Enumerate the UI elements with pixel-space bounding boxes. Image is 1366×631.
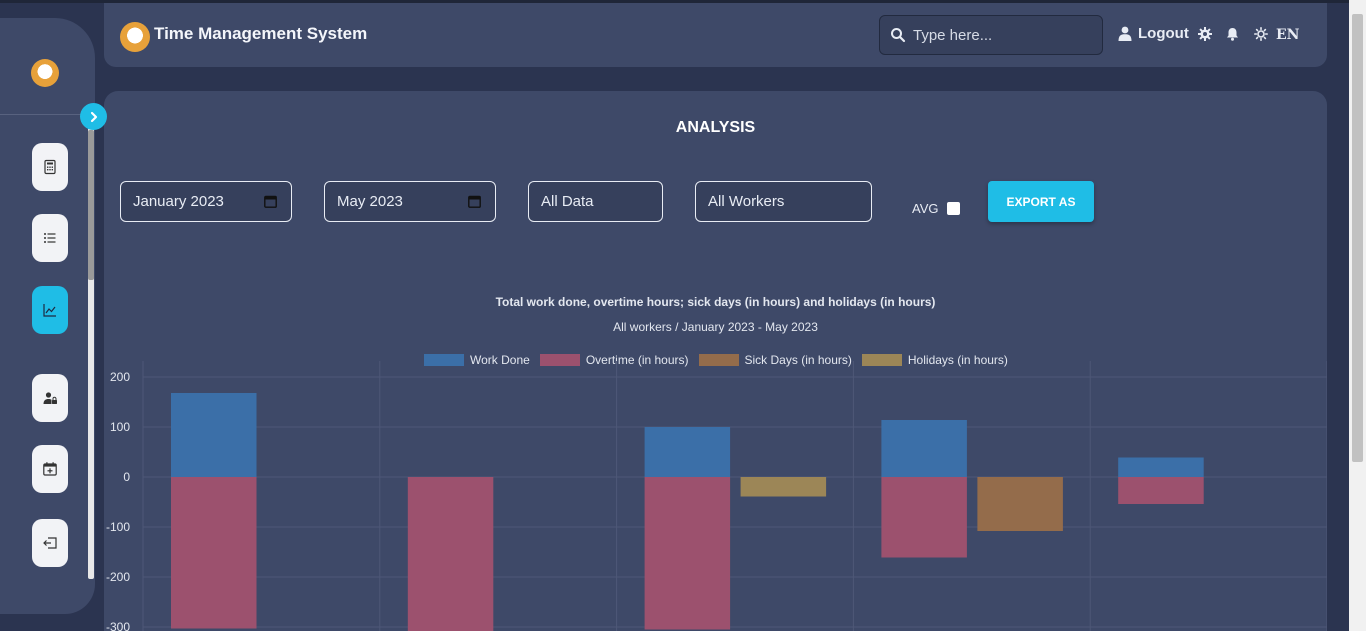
list-icon	[44, 233, 56, 243]
avg-label: AVG	[912, 201, 939, 216]
page-title: ANALYSIS	[675, 119, 756, 136]
bar	[881, 477, 967, 558]
bar	[644, 427, 731, 477]
data-filter-value: All Data	[541, 193, 594, 210]
sidebar-toggle-button[interactable]	[80, 103, 107, 130]
y-tick-label: 100	[110, 420, 130, 434]
avg-toggle[interactable]: AVG	[912, 201, 960, 216]
start-month-input[interactable]: January 2023	[120, 181, 292, 222]
sidebar-item-list[interactable]	[32, 214, 68, 262]
bar	[1118, 457, 1204, 477]
end-month-input[interactable]: May 2023	[324, 181, 496, 222]
y-tick-label: 0	[123, 470, 130, 484]
gear-icon[interactable]	[1198, 27, 1212, 41]
avg-checkbox[interactable]	[946, 202, 960, 215]
bar	[881, 420, 967, 477]
user-icon	[1118, 26, 1132, 41]
sidebar-item-analysis[interactable]	[32, 286, 68, 334]
data-filter-select[interactable]: All Data	[528, 181, 663, 222]
start-month-value: January 2023	[133, 193, 224, 210]
chart-subtitle: All workers / January 2023 - May 2023	[613, 320, 818, 334]
sidebar-scrollbar-thumb[interactable]	[88, 130, 94, 280]
user-lock-icon	[43, 392, 57, 404]
bar	[740, 477, 827, 497]
export-button[interactable]: EXPORT AS	[988, 181, 1094, 222]
sidebar-item-calendar[interactable]	[32, 445, 68, 493]
sidebar-logo[interactable]	[31, 59, 59, 87]
search-box[interactable]	[879, 15, 1103, 55]
analysis-panel: ANALYSIS January 2023 May 2023 All Data …	[104, 91, 1327, 631]
sidebar-item-logout[interactable]	[32, 519, 68, 567]
app-title: Time Management System	[154, 24, 368, 43]
chart-title: Total work done, overtime hours; sick da…	[495, 295, 936, 309]
app-logo[interactable]	[120, 22, 150, 52]
theme-toggle-icon[interactable]	[1254, 27, 1268, 41]
y-tick-label: -300	[106, 620, 130, 631]
bar-chart: 200 100 0 -100 -200 -300	[106, 361, 1327, 631]
worker-filter-value: All Workers	[708, 193, 785, 210]
y-tick-label: 200	[110, 370, 130, 384]
sign-out-icon	[43, 537, 57, 549]
bar	[1118, 477, 1204, 504]
calendar-plus-icon	[43, 462, 57, 476]
end-month-value: May 2023	[337, 193, 403, 210]
bar	[171, 393, 257, 477]
page-scrollbar-thumb[interactable]	[1352, 14, 1363, 462]
top-header: Time Management System Logout EN	[104, 3, 1327, 67]
bar	[407, 477, 494, 631]
chart-line-icon	[43, 304, 56, 317]
chevron-right-icon	[90, 111, 97, 122]
calculator-icon	[44, 159, 56, 175]
sidebar-item-calculator[interactable]	[32, 143, 68, 191]
logout-button[interactable]: Logout	[1118, 25, 1189, 42]
bar	[644, 477, 731, 630]
language-selector[interactable]: EN	[1276, 27, 1299, 43]
logout-label: Logout	[1138, 25, 1189, 42]
search-icon	[891, 28, 906, 43]
bar	[977, 477, 1063, 531]
y-tick-label: -200	[106, 570, 130, 584]
worker-filter-select[interactable]: All Workers	[695, 181, 872, 222]
sidebar-item-user-lock[interactable]	[32, 374, 68, 422]
calendar-icon[interactable]	[264, 195, 277, 208]
calendar-icon[interactable]	[468, 195, 481, 208]
bell-icon[interactable]	[1226, 27, 1239, 41]
y-tick-label: -100	[106, 520, 130, 534]
sidebar	[0, 18, 95, 614]
search-input[interactable]	[913, 24, 1093, 46]
bar	[171, 477, 257, 629]
